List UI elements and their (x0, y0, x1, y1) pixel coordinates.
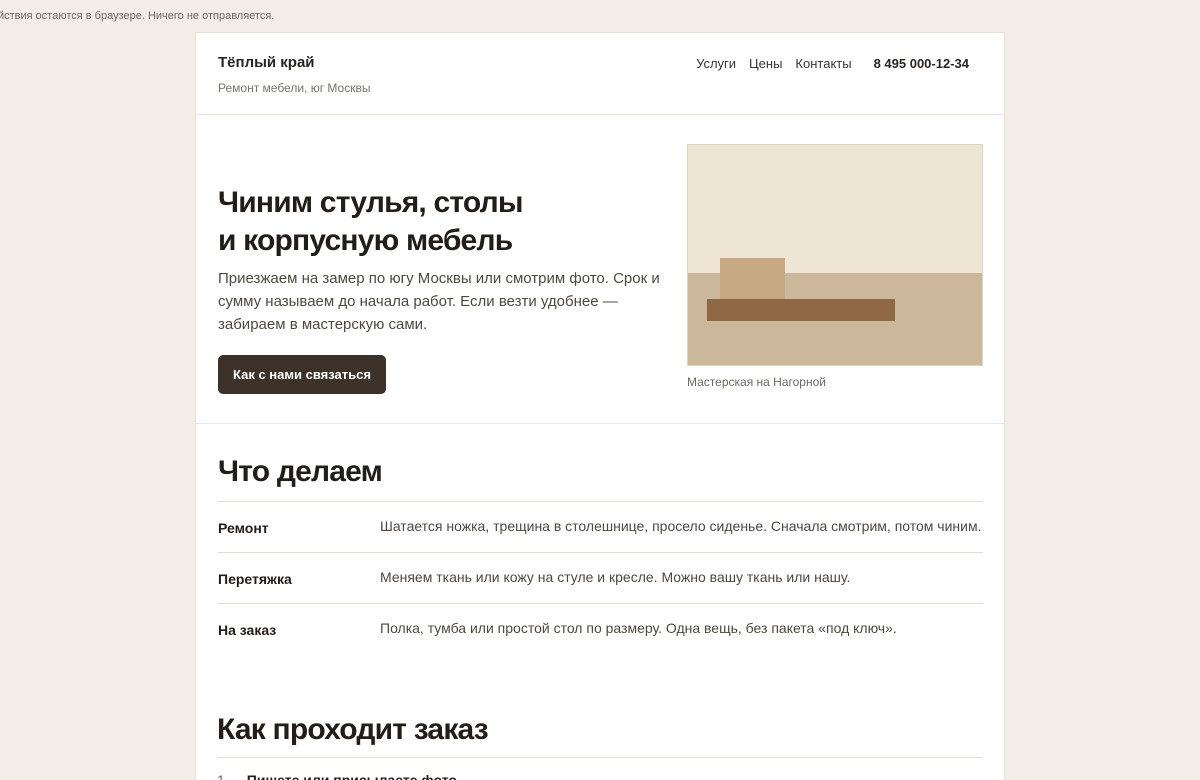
service-row: Перетяжка Меняем ткань или кожу на стуле… (218, 553, 983, 604)
hero-section: Чиним стулья, столы и корпусную мебель П… (196, 115, 1004, 424)
brand-name[interactable]: Тёплый край (218, 54, 315, 71)
nav-link-services[interactable]: Услуги (696, 56, 736, 71)
brand-tagline: Ремонт мебели, юг Москвы (218, 81, 371, 95)
illustration-box (720, 258, 785, 302)
service-description: Шатается ножка, трещина в столешнице, пр… (380, 518, 982, 534)
services-list: Ремонт Шатается ножка, трещина в столешн… (218, 501, 983, 655)
order-step-number: 1 (217, 772, 225, 780)
service-name: Ремонт (218, 520, 269, 536)
illustration-caption: Мастерская на Нагорной (687, 375, 826, 389)
page-card: Тёплый край Ремонт мебели, юг Москвы Усл… (195, 32, 1005, 780)
service-description: Полка, тумба или простой стол по размеру… (380, 620, 897, 636)
hero-title: Чиним стулья, столы и корпусную мебель (218, 184, 648, 260)
service-name: Перетяжка (218, 571, 292, 587)
hero-description: Приезжаем на замер по югу Москвы или смо… (218, 270, 660, 333)
phone-link[interactable]: 8 495 000-12-34 (874, 56, 969, 71)
workshop-illustration (687, 144, 983, 366)
nav-link-contacts[interactable]: Контакты (795, 56, 851, 71)
site-header: Тёплый край Ремонт мебели, юг Москвы Усл… (196, 33, 1004, 115)
nav-link-prices[interactable]: Цены (749, 56, 782, 71)
contact-button[interactable]: Как с нами связаться (218, 355, 386, 394)
order-step-text: Пишете или присылаете фото (246, 772, 457, 780)
hero-title-line-2: и корпусную мебель (218, 224, 513, 257)
order-title: Как проходит заказ (217, 713, 489, 746)
order-divider (217, 757, 982, 758)
order-step: 1 Пишете или присылаете фото (217, 772, 457, 780)
service-row: На заказ Полка, тумба или простой стол п… (218, 604, 983, 655)
illustration-plank (707, 299, 895, 321)
services-title: Что делаем (218, 455, 383, 488)
browser-notice: йствия остаются в браузере. Ничего не от… (0, 10, 275, 22)
service-row: Ремонт Шатается ножка, трещина в столешн… (218, 502, 983, 553)
service-name: На заказ (218, 622, 277, 638)
service-description: Меняем ткань или кожу на стуле и кресле.… (380, 569, 851, 585)
hero-title-line-1: Чиним стулья, столы (218, 186, 524, 219)
main-nav: Услуги Цены Контакты 8 495 000-12-34 (696, 56, 982, 71)
